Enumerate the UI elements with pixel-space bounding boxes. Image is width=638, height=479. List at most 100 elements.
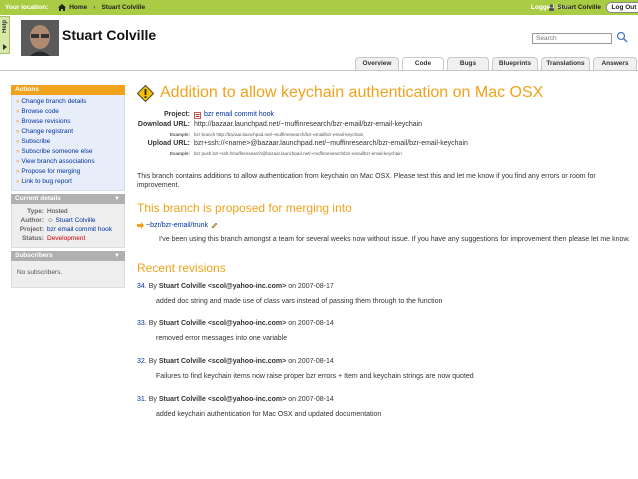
action-link-to-bug-report[interactable]: » Link to bug report (16, 177, 124, 187)
meta-upload-example: Example: bzr push bzr+ssh://muffinresear… (137, 149, 634, 158)
bullet-icon: » (16, 129, 20, 135)
revision-author: Stuart Colville <scol@yahoo-inc.com> (158, 358, 287, 365)
meta-key: Example: (169, 151, 190, 156)
revision-date: on 2007-08-14 (288, 396, 334, 403)
revision-number-link[interactable]: 32. (137, 358, 147, 365)
current-details-title: Current details (15, 195, 61, 202)
meta-download-url: Download URL: http://bazaar.launchpad.ne… (137, 120, 634, 130)
tab-bugs[interactable]: Bugs (447, 57, 489, 70)
action-subscribe[interactable]: » Subscribe (16, 137, 124, 147)
bullet-icon: » (16, 159, 20, 165)
page-title: Stuart Colville (62, 27, 157, 43)
collapse-arrow-icon[interactable]: ▼ (114, 194, 120, 204)
search-icon[interactable] (616, 31, 628, 43)
tab-blueprints[interactable]: Blueprints (492, 57, 538, 70)
revision-author: Stuart Colville <scol@yahoo-inc.com> (158, 283, 287, 290)
upload-url: bzr+ssh://<name>@bazaar.launchpad.net/~m… (194, 140, 468, 147)
edit-pencil-icon[interactable] (211, 222, 218, 229)
logout-button[interactable]: Log Out (606, 2, 638, 13)
revision-by: By (148, 396, 157, 403)
project-link[interactable]: bzr email commit hook (47, 225, 121, 234)
action-label: Propose for merging (21, 168, 81, 175)
tab-answers[interactable]: Answers (593, 57, 637, 70)
actions-list: » Change branch details » Browse code » Bro… (11, 95, 125, 191)
detail-key: Author: (20, 217, 44, 224)
bullet-icon: » (16, 179, 20, 185)
branch-title-row: Addition to allow keychain authenticatio… (137, 84, 634, 102)
branch-meta: Project: bzr email commit hook Download … (137, 110, 634, 158)
branch-title: Addition to allow keychain authenticatio… (160, 84, 544, 101)
meta-key: Project: (163, 111, 190, 118)
author-link[interactable]: ☺ Stuart Colville (47, 216, 121, 225)
merge-target-link[interactable]: ~bzr/bzr-email/trunk (146, 222, 208, 229)
action-browse-revisions[interactable]: » Browse revisions (16, 117, 124, 127)
upload-example: bzr push bzr+ssh://muffinresearch@bazaar… (194, 151, 402, 156)
breadcrumb-home[interactable]: Home (58, 4, 87, 11)
search-input[interactable] (532, 33, 612, 44)
help-tab[interactable]: Help (0, 16, 10, 54)
revision-number-link[interactable]: 33. (137, 320, 147, 327)
action-view-branch-associations[interactable]: » View branch associations (16, 157, 124, 167)
top-bar: Your location: Home › Stuart Colville Lo… (0, 0, 638, 15)
revision-by: By (148, 358, 157, 365)
revision-header: 34. By Stuart Colville <scol@yahoo-inc.c… (137, 283, 634, 290)
revision-item: 34. By Stuart Colville <scol@yahoo-inc.c… (137, 283, 634, 305)
breadcrumb-user[interactable]: Stuart Colville (101, 4, 145, 11)
revision-number-link[interactable]: 31. (137, 396, 147, 403)
meta-key: Upload URL: (147, 140, 190, 147)
author-name: Stuart Colville (55, 217, 96, 224)
action-label: Browse revisions (21, 118, 71, 125)
status-badge: Development (47, 235, 86, 242)
revision-item: 33. By Stuart Colville <scol@yahoo-inc.c… (137, 320, 634, 342)
bullet-icon: » (16, 139, 20, 145)
download-url[interactable]: http://bazaar.launchpad.net/~muffinresea… (194, 120, 422, 130)
revision-author: Stuart Colville <scol@yahoo-inc.com> (158, 320, 287, 327)
action-browse-code[interactable]: » Browse code (16, 107, 124, 117)
warning-icon (137, 84, 154, 102)
action-subscribe-someone-else[interactable]: » Subscribe someone else (16, 147, 124, 157)
project-link[interactable]: bzr email commit hook (194, 110, 274, 120)
branch-description: This branch contains additions to allow … (137, 173, 596, 189)
current-details-header: Current details ▼ (11, 194, 125, 204)
subscribers-panel: No subscribers. (11, 261, 125, 288)
bullet-icon: » (16, 109, 20, 115)
breadcrumb-separator: › (93, 4, 96, 11)
nav-tabs: Overview Code Bugs Blueprints Translatio… (355, 57, 638, 71)
expand-arrow-icon (2, 44, 7, 50)
detail-author: Author: ☺ Stuart Colville (14, 216, 121, 225)
revision-header: 32. By Stuart Colville <scol@yahoo-inc.c… (137, 358, 634, 365)
current-details-panel: Type: Hosted Author: ☺ Stuart Colville Pro… (11, 204, 125, 248)
tab-overview[interactable]: Overview (355, 57, 399, 70)
action-change-branch-details[interactable]: » Change branch details (16, 97, 124, 107)
user-icon (549, 4, 555, 11)
detail-project: Project: bzr email commit hook (14, 225, 121, 234)
action-propose-for-merging[interactable]: » Propose for merging (16, 167, 124, 177)
avatar (21, 20, 59, 56)
logged-in-user-name: Stuart Colville (557, 4, 601, 11)
merge-target-row: ~bzr/bzr-email/trunk (137, 222, 218, 229)
meta-key: Download URL: (137, 121, 190, 128)
revision-number-link[interactable]: 34. (137, 283, 147, 290)
action-label: Change registrant (21, 128, 74, 135)
action-label: View branch associations (21, 158, 95, 165)
action-label: Subscribe (21, 138, 51, 145)
home-icon (58, 4, 67, 11)
help-tab-label: Help (1, 20, 8, 34)
collapse-arrow-icon[interactable]: ▼ (114, 251, 120, 261)
location-label: Your location: (5, 4, 49, 11)
tab-code[interactable]: Code (402, 57, 444, 71)
meta-key: Example: (169, 132, 190, 137)
action-change-registrant[interactable]: » Change registrant (16, 127, 124, 137)
tab-translations[interactable]: Translations (541, 57, 590, 70)
bullet-icon: » (16, 99, 20, 105)
breadcrumb-home-label: Home (69, 4, 88, 11)
merge-arrow-icon (137, 222, 144, 229)
bullet-icon: » (16, 119, 20, 125)
revision-header: 33. By Stuart Colville <scol@yahoo-inc.c… (137, 320, 634, 327)
avatar-photo-icon (21, 20, 59, 56)
detail-key: Status: (21, 235, 44, 242)
revision-message: added keychain authentication for Mac OS… (156, 411, 382, 418)
tab-divider (0, 70, 638, 71)
detail-status: Status: Development (14, 234, 121, 243)
logged-in-user-link[interactable]: Stuart Colville (548, 4, 601, 11)
